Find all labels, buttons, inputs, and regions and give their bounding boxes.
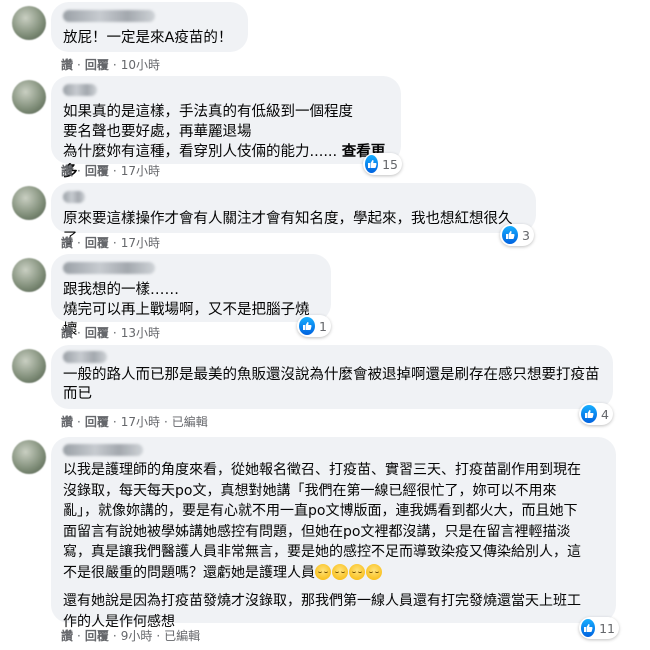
emoji-icon [315, 563, 331, 580]
reply-button[interactable]: 回覆 [85, 414, 109, 430]
blurred-author-name[interactable] [63, 84, 97, 96]
comment-bubble: 跟我想的一樣…… 燒完可以再上戰場啊，又不是把腦子燒壞 [51, 254, 331, 338]
reply-button[interactable]: 回覆 [85, 235, 109, 251]
like-reaction-icon [502, 226, 519, 244]
reply-button[interactable]: 回覆 [85, 325, 109, 341]
timestamp[interactable]: 10小時 [121, 57, 160, 73]
reaction-count[interactable]: 4 [579, 403, 613, 425]
comment-body: 以我是護理師的角度來看，從她報名徵召、打疫苗、實習三天、打疫苗副作用到現在 沒錄… [63, 462, 581, 581]
like-count: 15 [382, 156, 398, 172]
emoji-icon [366, 563, 382, 580]
blurred-author-name[interactable] [63, 262, 155, 274]
avatar[interactable] [12, 258, 46, 292]
emoji-icon [349, 563, 365, 580]
comment-bubble: 一般的路人而已那是最美的魚販還沒說為什麼會被退掉啊還是刷存在感只想要打疫苗 而已 [51, 345, 613, 409]
like-count: 1 [319, 318, 327, 334]
reaction-count[interactable]: 15 [363, 153, 402, 175]
avatar[interactable] [12, 80, 46, 114]
edited-label[interactable]: 已編輯 [164, 628, 200, 644]
emoji-icon [332, 563, 348, 580]
like-reaction-icon [299, 317, 316, 335]
like-button[interactable]: 讚 [61, 163, 73, 179]
edited-label[interactable]: 已編輯 [172, 414, 208, 430]
comment-actions: 讚 · 回覆 · 17小時 [61, 235, 160, 251]
timestamp[interactable]: 9小時 [121, 628, 153, 644]
like-count: 11 [599, 620, 615, 636]
reaction-count[interactable]: 11 [579, 617, 619, 639]
avatar[interactable] [12, 6, 46, 40]
comment-text-paragraph-2: 還有她說是因為打疫苗發燒才沒錄取，那我們第一線人員還有打完發燒還當天上班工 作的… [63, 593, 581, 630]
timestamp[interactable]: 17小時 [121, 163, 160, 179]
like-button[interactable]: 讚 [61, 628, 73, 644]
comment-actions: 讚 · 回覆 · 13小時 [61, 325, 160, 341]
avatar[interactable] [12, 440, 46, 474]
reply-button[interactable]: 回覆 [85, 163, 109, 179]
like-reaction-icon [581, 405, 598, 423]
like-count: 4 [601, 406, 609, 422]
comment-text: 一般的路人而已那是最美的魚販還沒說為什麼會被退掉啊還是刷存在感只想要打疫苗 而已 [63, 367, 600, 402]
timestamp[interactable]: 17小時 [121, 235, 160, 251]
like-button[interactable]: 讚 [61, 325, 73, 341]
reply-button[interactable]: 回覆 [85, 628, 109, 644]
comment-bubble: 如果真的是這樣，手法真的有低級到一個程度 要名聲也要好處，再華麗退場 為什麼妳有… [51, 76, 401, 180]
avatar[interactable] [12, 349, 46, 383]
comment-bubble: 原來要這樣操作才會有人關注才會有知名度，學起來，我也想紅想很久了 [51, 183, 536, 247]
comment-actions: 讚 · 回覆 · 17小時 · 已編輯 [61, 414, 208, 430]
avatar[interactable] [12, 186, 46, 220]
blurred-author-name[interactable] [63, 351, 107, 363]
reaction-count[interactable]: 3 [500, 224, 534, 246]
comment-bubble: 放屁！一定是來A疫苗的！ [51, 2, 248, 52]
comment-body: 如果真的是這樣，手法真的有低級到一個程度 要名聲也要好處，再華麗退場 為什麼妳有… [63, 104, 353, 160]
timestamp[interactable]: 13小時 [121, 325, 160, 341]
comment-bubble: 以我是護理師的角度來看，從她報名徵召、打疫苗、實習三天、打疫苗副作用到現在 沒錄… [51, 437, 616, 630]
like-count: 3 [522, 227, 530, 243]
like-button[interactable]: 讚 [61, 414, 73, 430]
blurred-author-name[interactable] [63, 444, 143, 456]
like-reaction-icon [581, 619, 596, 637]
comment-feed: 放屁！一定是來A疫苗的！ 讚 · 回覆 · 10小時 如果真的是這樣，手法真的有低級到一… [0, 0, 650, 650]
like-button[interactable]: 讚 [61, 235, 73, 251]
blurred-author-name[interactable] [63, 10, 155, 22]
like-reaction-icon [365, 155, 379, 173]
reply-button[interactable]: 回覆 [85, 57, 109, 73]
timestamp[interactable]: 17小時 [121, 414, 160, 430]
comment-actions: 讚 · 回覆 · 9小時 · 已編輯 [61, 628, 201, 644]
comment-text: 放屁！一定是來A疫苗的！ [63, 30, 233, 46]
comment-actions: 讚 · 回覆 · 10小時 [61, 57, 160, 73]
reaction-count[interactable]: 1 [297, 315, 331, 337]
comment-actions: 讚 · 回覆 · 17小時 [61, 163, 160, 179]
like-button[interactable]: 讚 [61, 57, 73, 73]
comment-text: 以我是護理師的角度來看，從她報名徵召、打疫苗、實習三天、打疫苗副作用到現在 沒錄… [63, 460, 604, 583]
blurred-author-name[interactable] [63, 191, 85, 203]
